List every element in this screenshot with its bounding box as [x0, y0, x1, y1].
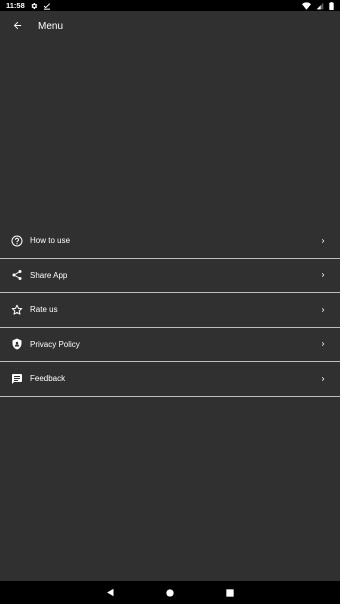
help-circle-icon — [9, 233, 25, 249]
share-icon — [9, 267, 25, 283]
app-bar: Menu — [0, 11, 340, 42]
nav-home-button[interactable] — [140, 581, 200, 604]
gear-icon — [30, 2, 38, 10]
battery-icon — [329, 1, 334, 10]
page-title: Menu — [38, 21, 64, 32]
chevron-right-icon — [317, 338, 329, 350]
status-time: 11:58 — [6, 1, 25, 10]
star-outline-icon — [9, 302, 25, 318]
status-bar: 11:58 — [0, 0, 340, 11]
back-button[interactable] — [0, 11, 34, 42]
arrow-back-icon — [12, 18, 23, 36]
feedback-icon — [9, 371, 25, 387]
menu-list: How to use Share App Rate us Privacy Pol… — [0, 224, 340, 397]
signal-icon — [316, 2, 324, 10]
menu-item-rate-us[interactable]: Rate us — [0, 293, 340, 328]
menu-item-how-to-use[interactable]: How to use — [0, 224, 340, 259]
menu-item-label: Share App — [30, 270, 68, 280]
menu-item-privacy-policy[interactable]: Privacy Policy — [0, 328, 340, 362]
shield-lock-icon — [9, 336, 25, 352]
status-left: 11:58 — [6, 1, 51, 10]
menu-item-label: Rate us — [30, 305, 58, 315]
wifi-icon — [302, 1, 311, 10]
chevron-right-icon — [317, 373, 329, 385]
nav-recents-icon — [226, 584, 234, 602]
nav-recents-button[interactable] — [200, 581, 260, 604]
chevron-right-icon — [317, 269, 329, 281]
menu-item-label: Feedback — [30, 374, 66, 384]
menu-item-label: How to use — [30, 236, 71, 246]
menu-item-feedback[interactable]: Feedback — [0, 362, 340, 397]
menu-item-share-app[interactable]: Share App — [0, 259, 340, 293]
nav-back-icon — [106, 584, 115, 602]
navigation-bar — [0, 581, 340, 604]
download-check-icon — [43, 2, 51, 10]
menu-item-label: Privacy Policy — [30, 339, 80, 349]
nav-home-icon — [166, 584, 174, 602]
nav-back-button[interactable] — [80, 581, 140, 604]
chevron-right-icon — [317, 235, 329, 247]
chevron-right-icon — [317, 304, 329, 316]
status-right — [302, 1, 334, 10]
